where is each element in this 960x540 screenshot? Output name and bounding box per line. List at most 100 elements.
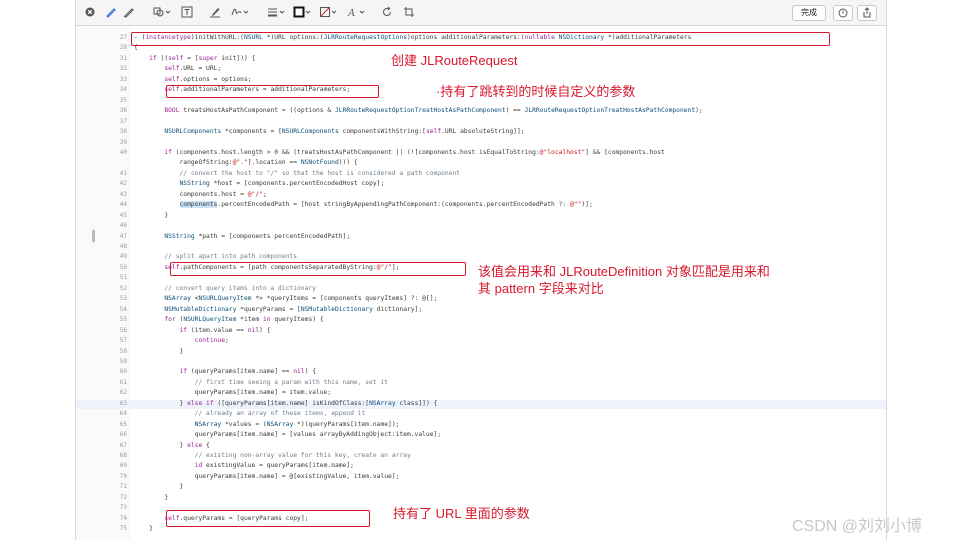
line-number: 49 (119, 253, 127, 261)
line-number: 36 (119, 107, 127, 115)
line-number: 51 (119, 274, 127, 282)
line-number: 69 (119, 462, 127, 470)
line-number: 54 (119, 305, 127, 313)
code-line: // convert query items into a dictionary (134, 284, 316, 292)
scroll-indicator[interactable] (92, 230, 95, 242)
line-number: 61 (119, 378, 127, 386)
code-line: } else { (134, 441, 210, 449)
code-line: if (components.host.length > 0 && (treat… (164, 148, 665, 156)
line-number: 62 (119, 389, 127, 397)
code-line: // already an array of these items, appe… (134, 410, 366, 418)
done-button[interactable]: 完成 (792, 5, 826, 21)
line-number: 73 (119, 504, 127, 512)
line-number: 70 (119, 472, 127, 480)
code-line: } (134, 211, 169, 219)
line-number: 50 (119, 263, 127, 271)
code-line: } (134, 483, 184, 491)
line-number: 37 (119, 117, 127, 125)
line-number: 34 (119, 86, 127, 94)
line-number: 65 (119, 420, 127, 428)
code-line: NSString *path = [components percentEnco… (164, 232, 351, 240)
shapes-icon[interactable] (152, 5, 172, 19)
annotation-custom-params: ·持有了跳转到的时候自定义的参数 (436, 84, 636, 99)
border-color-icon[interactable] (292, 5, 312, 19)
line-number: 52 (119, 284, 127, 292)
code-line: // existing non-array value for this key… (134, 452, 411, 459)
line-number: 31 (119, 54, 127, 62)
code-line: NSArray *values = (NSArray *)(queryParam… (194, 420, 400, 428)
share-button[interactable] (857, 5, 877, 21)
line-number: 46 (119, 222, 127, 230)
share-icon (863, 7, 871, 18)
line-number: 72 (119, 493, 127, 501)
code-line: NSURLComponents *components = [NSURLComp… (164, 128, 525, 136)
code-line: if (queryParams[item.name] == nil) { (179, 368, 317, 376)
line-number: 57 (119, 337, 127, 345)
svg-text:A: A (347, 7, 355, 18)
fill-color-icon[interactable] (318, 5, 338, 19)
code-line: self.options = options; (164, 75, 252, 83)
annotation-path-components-line2: 其 pattern 字段来对比 (478, 281, 604, 296)
line-number: 39 (119, 138, 127, 146)
line-weight-icon[interactable] (266, 5, 286, 19)
line-number: 35 (119, 96, 127, 104)
annotation-box-init-method (131, 32, 830, 46)
line-number: 27 (119, 34, 127, 41)
close-circle-icon[interactable] (84, 5, 96, 19)
code-line: rangeOfString:@"."].location == NSNotFou… (134, 159, 358, 167)
code-line: NSMutableDictionary *queryParams = [NSMu… (164, 305, 423, 313)
code-line: queryParams[item.name] = [values arrayBy… (134, 431, 442, 439)
line-number: 53 (119, 295, 127, 303)
code-line: for (NSURLQueryItem *item in queryItems)… (164, 316, 324, 324)
code-line: // first time seeing a param with this n… (134, 378, 389, 386)
signature-icon[interactable] (230, 5, 250, 19)
code-line: if ((self = [super init])) { (149, 54, 256, 62)
watermark: CSDN @刘刘小博 (792, 518, 923, 535)
markup-button[interactable] (833, 5, 853, 21)
code-line: continue; (194, 337, 229, 345)
code-line: } else if ([queryParams[item.name] isKin… (134, 399, 438, 407)
pen-icon[interactable] (104, 5, 118, 19)
line-number: 67 (119, 441, 127, 449)
line-number: 74 (119, 514, 127, 522)
annotation-box-additional-parameters (166, 85, 379, 98)
code-line: self.URL = URL; (164, 65, 222, 73)
annotation-create-request: 创建 JLRouteRequest (391, 53, 518, 68)
marker-icon[interactable] (208, 5, 222, 19)
line-number: 32 (119, 65, 127, 73)
code-line: } (134, 525, 153, 533)
annotation-url-params: 持有了 URL 里面的参数 (393, 506, 530, 521)
line-number: 55 (119, 316, 127, 324)
code-line: queryParams[item.name] = item.value; (134, 389, 332, 397)
line-number: 41 (119, 169, 127, 177)
markup-icon (838, 8, 848, 18)
line-number: 63 (119, 399, 127, 407)
code-line: // split apart into path components (134, 253, 298, 261)
code-line: components.percentEncodedPath = [host st… (179, 201, 593, 209)
highlighter-icon[interactable] (122, 5, 136, 19)
line-number: 56 (119, 326, 127, 334)
text-box-icon[interactable] (180, 5, 194, 19)
line-number: 75 (119, 525, 127, 533)
line-number: 48 (119, 243, 127, 250)
line-number: 60 (119, 368, 127, 376)
annotation-box-path-components (170, 262, 466, 276)
line-number: 68 (119, 452, 127, 459)
line-number: 66 (119, 431, 127, 439)
code-line: id existingValue = queryParams[item.name… (194, 462, 354, 470)
code-line: components.host = @"/"; (134, 190, 267, 198)
code-line: BOOL treatsHostAsPathComponent = ((optio… (164, 107, 703, 115)
line-number: 64 (119, 410, 127, 418)
line-number: 28 (119, 44, 127, 52)
line-number: 43 (119, 190, 127, 198)
font-icon[interactable]: A (346, 5, 366, 19)
line-number: 58 (119, 347, 127, 355)
crop-icon[interactable] (402, 5, 416, 19)
line-number: 40 (119, 148, 127, 156)
code-line: } (134, 493, 169, 501)
code-line: NSString *host = [components.percentEnco… (179, 180, 385, 188)
line-number: 45 (119, 211, 127, 219)
markup-toolbar: A 完成 (76, 0, 886, 26)
line-number: 38 (119, 128, 127, 136)
rotate-icon[interactable] (380, 5, 394, 19)
